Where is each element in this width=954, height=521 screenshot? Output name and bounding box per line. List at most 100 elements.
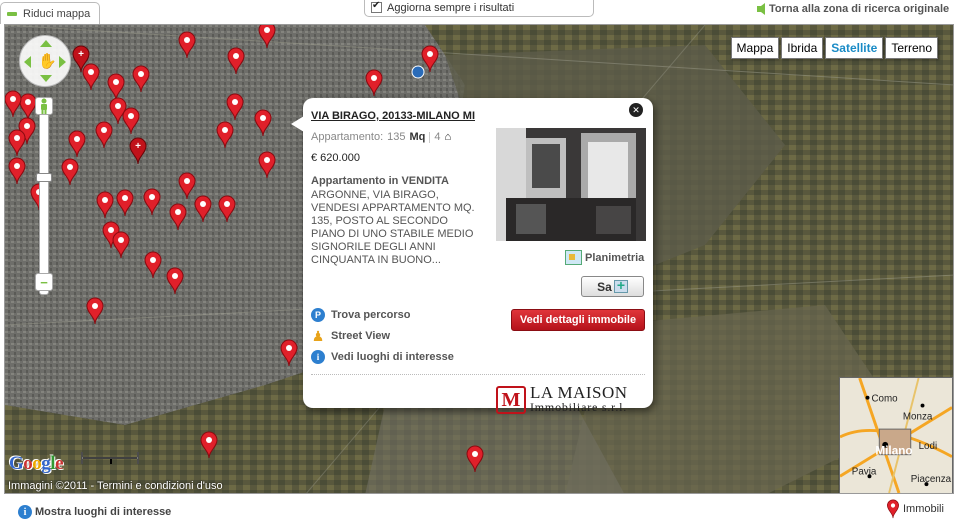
property-pin[interactable] [165, 267, 185, 295]
property-pin[interactable] [81, 63, 101, 91]
save-label: Sa [597, 279, 612, 294]
property-pin[interactable] [67, 130, 87, 158]
overview-map[interactable]: Como Monza Milano Lodi Pavia Piacenza [839, 377, 953, 494]
property-address[interactable]: VIA BIRAGO, 20133-MILANO MI [311, 110, 475, 122]
agency-logo-mark: M [496, 386, 526, 414]
top-bar: Riduci mappa Aggiorna sempre i risultati… [0, 0, 954, 24]
property-pin[interactable] [193, 195, 213, 223]
pegman-icon[interactable] [38, 98, 50, 114]
zoom-in-button[interactable] [35, 97, 53, 115]
pan-left-icon[interactable] [24, 56, 31, 68]
map-copyright[interactable]: Immagini ©2011 - Termini e condizioni d'… [8, 480, 223, 492]
property-pin[interactable] [177, 31, 197, 59]
overview-label-piacenza: Piacenza [911, 474, 952, 485]
property-size: 135 [387, 131, 406, 143]
property-pin[interactable] [257, 24, 277, 49]
hand-icon: ✋ [38, 53, 57, 70]
property-contract: Appartamento in VENDITA [311, 175, 449, 187]
map-type-terreno[interactable]: Terreno [885, 37, 938, 59]
property-pin[interactable] [115, 189, 135, 217]
property-pin[interactable] [4, 90, 23, 118]
floorplan-link[interactable]: Planimetria [565, 250, 644, 265]
always-update-option[interactable]: Aggiorna sempre i risultati [364, 0, 594, 17]
save-button[interactable]: Sa [581, 276, 644, 297]
property-info-window: ✕ VIA BIRAGO, 20133-MILANO MI Appartamen… [291, 98, 653, 414]
property-pin[interactable] [60, 158, 80, 186]
view-details-button[interactable]: Vedi dettagli immobile [511, 309, 645, 331]
map-legend: Immobili [886, 499, 944, 519]
close-icon[interactable]: ✕ [629, 103, 643, 117]
add-favorite-icon [613, 277, 628, 293]
map-type-selector: Mappa Ibrida Satellite Terreno [730, 37, 938, 59]
pegman-icon: ♟ [311, 327, 325, 344]
property-pin[interactable] [7, 129, 27, 157]
property-rooms: 4 [434, 131, 441, 143]
meta-separator [429, 131, 431, 143]
property-pin[interactable] [217, 195, 237, 223]
property-pin[interactable] [465, 445, 485, 473]
property-meta: Appartamento: 135 Mq 4 ⌂ [311, 131, 451, 143]
map-canvas[interactable]: + + ✋ − Mappa Ibrida Satellite Terreno ✕… [4, 24, 954, 494]
property-pin[interactable] [225, 93, 245, 121]
directions-label: Trova percorso [331, 309, 411, 321]
overview-label-monza: Monza [903, 411, 933, 422]
property-pin[interactable] [143, 251, 163, 279]
property-pin[interactable] [168, 203, 188, 231]
property-pin[interactable] [111, 231, 131, 259]
selected-location-marker [411, 65, 425, 79]
floorplan-label: Planimetria [585, 251, 645, 264]
property-pin[interactable] [95, 191, 115, 219]
property-pin[interactable] [279, 339, 299, 367]
overview-label-pavia: Pavia [852, 466, 877, 477]
property-pin[interactable] [131, 65, 151, 93]
property-pin[interactable] [94, 121, 114, 149]
property-photo[interactable] [496, 128, 646, 241]
zoom-slider-track[interactable] [39, 99, 49, 295]
property-pin-multiple[interactable]: + [128, 137, 148, 165]
google-logo[interactable]: Google [9, 453, 63, 475]
svg-text:+: + [135, 141, 141, 152]
property-pin[interactable] [199, 431, 219, 459]
pan-up-icon[interactable] [40, 40, 52, 47]
map-type-mappa[interactable]: Mappa [730, 37, 780, 59]
show-points-of-interest-link[interactable]: i Mostra luoghi di interesse [18, 505, 171, 519]
pan-right-icon[interactable] [59, 56, 66, 68]
house-icon: ⌂ [444, 131, 452, 143]
map-type-ibrida[interactable]: Ibrida [781, 37, 824, 59]
property-pin[interactable] [364, 69, 384, 97]
street-view-link[interactable]: ♟ Street View [311, 327, 390, 344]
svg-text:+: + [78, 49, 84, 60]
zoom-slider-handle[interactable] [36, 173, 52, 182]
popup-tail [291, 116, 304, 132]
property-pin[interactable] [85, 297, 105, 325]
property-description: ARGONNE, VIA BIRAGO, VENDESI APPARTAMENT… [311, 189, 475, 266]
always-update-label: Aggiorna sempre i risultati [387, 1, 515, 14]
info-icon: i [18, 505, 32, 519]
zoom-out-button[interactable]: − [35, 273, 53, 291]
bottom-bar: i Mostra luoghi di interesse Immobili [0, 496, 954, 521]
pan-control[interactable]: ✋ [19, 35, 71, 87]
property-pin[interactable] [142, 188, 162, 216]
pan-down-icon[interactable] [40, 75, 52, 82]
property-pin[interactable] [215, 121, 235, 149]
agency-name: LA MAISON Immobiliare s.r.l. [530, 384, 628, 415]
property-size-unit: Mq [409, 131, 426, 143]
arrow-left-icon [757, 3, 765, 15]
floorplan-icon [565, 250, 582, 265]
points-of-interest-link[interactable]: i Vedi luoghi di interesse [311, 350, 454, 364]
map-type-satellite[interactable]: Satellite [825, 37, 884, 59]
overview-label-milano: Milano [875, 445, 912, 458]
reduce-map-tab[interactable]: Riduci mappa [0, 2, 100, 24]
back-to-search-label: Torna alla zona di ricerca originale [769, 3, 950, 15]
property-pin[interactable] [121, 107, 141, 135]
property-pin[interactable] [253, 109, 273, 137]
property-pin[interactable] [257, 151, 277, 179]
property-price: € 620.000 [311, 152, 360, 164]
back-to-search-link[interactable]: Torna alla zona di ricerca originale [757, 1, 949, 17]
property-pin[interactable] [226, 47, 246, 75]
always-update-checkbox[interactable] [371, 0, 382, 13]
property-type-label: Appartamento: [311, 131, 384, 143]
directions-link[interactable]: P Trova percorso [311, 308, 410, 322]
agency-logo[interactable]: M LA MAISON Immobiliare s.r.l. [496, 382, 642, 418]
property-pin[interactable] [7, 157, 27, 185]
